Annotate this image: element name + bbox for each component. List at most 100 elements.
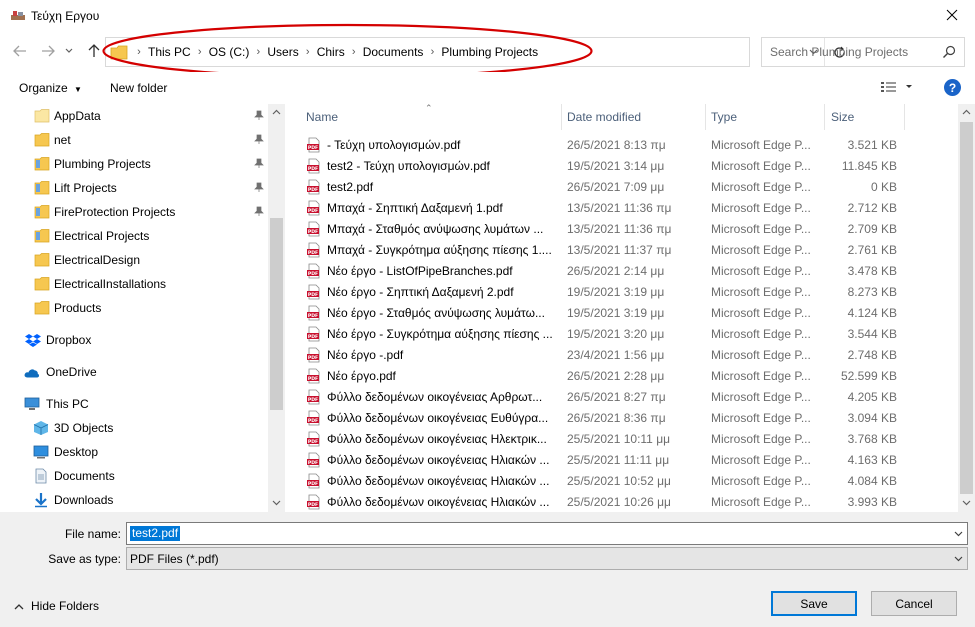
sidebar-item-electrical-projects[interactable]: Electrical Projects [0, 224, 268, 248]
sidebar-item-label: ElectricalDesign [54, 253, 141, 267]
file-row[interactable]: PDF Νέο έργο - Σηπτική Δαξαμενή 2.pdf 19/5… [286, 282, 958, 303]
file-date: 26/5/2021 8:27 πμ [567, 390, 666, 404]
pdf-file-icon: PDF [307, 431, 320, 447]
file-date: 25/5/2021 11:11 μμ [567, 453, 670, 467]
pin-icon [254, 206, 264, 216]
sidebar-item-fireprotection-projects[interactable]: FireProtection Projects [0, 200, 268, 224]
file-name: Μπαχά - Συγκρότημα αύξησης πίεσης 1.... [327, 243, 552, 257]
back-button[interactable] [10, 40, 30, 62]
breadcrumb-plumbing-projects[interactable]: Plumbing Projects [441, 45, 538, 59]
sidebar-item-plumbing-projects[interactable]: Plumbing Projects [0, 152, 268, 176]
pdf-file-icon: PDF [307, 179, 320, 195]
file-row[interactable]: PDF - Τεύχη υπολογισμών.pdf 26/5/2021 8:13… [286, 135, 958, 156]
file-name-value: test2.pdf [130, 526, 181, 541]
file-row[interactable]: PDF Νέο έργο.pdf 26/5/2021 2:28 μμ Microsof… [286, 366, 958, 387]
file-row[interactable]: PDF Φύλλο δεδομένων οικογένειας Ηλιακών .… [286, 492, 958, 512]
save-button[interactable]: Save [771, 591, 857, 616]
column-header-date[interactable]: Date modified [567, 104, 705, 130]
file-row[interactable]: PDF test2.pdf 26/5/2021 7:09 μμ Microsoft E… [286, 177, 958, 198]
hide-folders-button[interactable]: Hide Folders [14, 599, 99, 613]
folder-icon [110, 45, 128, 60]
new-folder-button[interactable]: New folder [110, 81, 167, 95]
change-view-button[interactable] [880, 81, 914, 96]
breadcrumb-documents[interactable]: Documents [363, 45, 424, 59]
file-type: Microsoft Edge P... [711, 495, 811, 509]
file-date: 25/5/2021 10:11 μμ [567, 432, 671, 446]
file-name: Φύλλο δεδομένων οικογένειας Ηλιακών ... [327, 495, 550, 509]
column-header-size[interactable]: Size [831, 104, 901, 130]
sidebar-item-desktop[interactable]: Desktop [0, 440, 268, 464]
folder-icon [34, 277, 50, 291]
file-row[interactable]: PDF Φύλλο δεδομένων οικογένειας Ευθύγρα..… [286, 408, 958, 429]
navigation-pane: AppData net Plumbing Projects Lift Proje… [0, 104, 286, 512]
sidebar-item-this-pc[interactable]: This PC [0, 392, 268, 416]
column-header-name[interactable]: Name [306, 104, 561, 130]
pdf-file-icon: PDF [307, 326, 320, 342]
recent-locations-button[interactable] [62, 40, 76, 62]
file-size: 2.748 KB [847, 348, 897, 362]
pdf-file-icon: PDF [307, 305, 320, 321]
sidebar-item-dropbox[interactable]: Dropbox [0, 328, 268, 352]
help-button[interactable]: ? [944, 79, 961, 96]
search-input[interactable]: Search Plumbing Projects [761, 37, 965, 67]
file-type: Microsoft Edge P... [711, 327, 811, 341]
sidebar-item-products[interactable]: Products [0, 296, 268, 320]
dropbox-icon [25, 334, 41, 347]
pdf-file-icon: PDF [307, 284, 320, 300]
file-row[interactable]: PDF Φύλλο δεδομένων οικογένειας Ηλιακών .… [286, 471, 958, 492]
svg-text:PDF: PDF [308, 229, 318, 235]
sidebar-item-electricalinstallations[interactable]: ElectricalInstallations [0, 272, 268, 296]
scroll-down-icon [272, 500, 281, 506]
pin-icon [254, 182, 264, 192]
sidebar-item-documents[interactable]: Documents [0, 464, 268, 488]
file-name-field[interactable]: test2.pdf [126, 522, 968, 545]
file-row[interactable]: PDF Νέο έργο - Συγκρότημα αύξησης πίεσης … [286, 324, 958, 345]
file-type: Microsoft Edge P... [711, 243, 811, 257]
sidebar-item-net[interactable]: net [0, 128, 268, 152]
file-row[interactable]: PDF test2 - Τεύχη υπολογισμών.pdf 19/5/202… [286, 156, 958, 177]
scroll-down-icon [962, 500, 971, 506]
file-date: 26/5/2021 8:36 πμ [567, 411, 666, 425]
file-row[interactable]: PDF Μπαχά - Σηπτική Δαξαμενή 1.pdf 13/5/20… [286, 198, 958, 219]
sidebar-item-onedrive[interactable]: OneDrive [0, 360, 268, 384]
breadcrumb-users[interactable]: Users [267, 45, 298, 59]
svg-text:PDF: PDF [308, 208, 318, 214]
folder-icon [34, 253, 50, 267]
breadcrumb-os-c[interactable]: OS (C:) [209, 45, 250, 59]
desktop-icon [33, 445, 49, 459]
breadcrumb-chirs[interactable]: Chirs [317, 45, 345, 59]
sidebar-item-lift-projects[interactable]: Lift Projects [0, 176, 268, 200]
file-row[interactable]: PDF Νέο έργο - ListOfPipeBranches.pdf 26/5… [286, 261, 958, 282]
svg-text:PDF: PDF [308, 355, 318, 361]
sidebar-item-electricaldesign[interactable]: ElectricalDesign [0, 248, 268, 272]
svg-text:PDF: PDF [308, 439, 318, 445]
svg-text:PDF: PDF [308, 334, 318, 340]
address-bar[interactable]: › This PC › OS (C:) › Users › Chirs › Do… [105, 37, 845, 67]
file-date: 26/5/2021 7:09 μμ [567, 180, 665, 194]
sidebar-item-downloads[interactable]: Downloads [0, 488, 268, 512]
file-row[interactable]: PDF Νέο έργο -.pdf 23/4/2021 1:56 μμ Micros… [286, 345, 958, 366]
file-name: Φύλλο δεδομένων οικογένειας Ηλιακών ... [327, 474, 550, 488]
file-row[interactable]: PDF Μπαχά - Σταθμός ανύψωσης λυμάτων ... 1… [286, 219, 958, 240]
file-row[interactable]: PDF Μπαχά - Συγκρότημα αύξησης πίεσης 1..… [286, 240, 958, 261]
file-row[interactable]: PDF Φύλλο δεδομένων οικογένειας Ηλεκτρικ.… [286, 429, 958, 450]
forward-button[interactable] [38, 40, 58, 62]
breadcrumb-this-pc[interactable]: This PC [148, 45, 191, 59]
file-row[interactable]: PDF Νέο έργο - Σταθμός ανύψωσης λυμάτω...… [286, 303, 958, 324]
navigation-scrollbar[interactable] [268, 104, 285, 512]
organize-button[interactable]: Organize ▼ [19, 81, 82, 95]
column-header-type[interactable]: Type [711, 104, 821, 130]
cancel-button[interactable]: Cancel [871, 591, 957, 616]
up-button[interactable] [84, 40, 104, 62]
breadcrumb: › This PC › OS (C:) › Users › Chirs › Do… [137, 45, 539, 59]
scrollbar-thumb[interactable] [270, 218, 283, 410]
file-list-scrollbar[interactable] [958, 104, 975, 512]
save-type-select[interactable]: PDF Files (*.pdf) [126, 547, 968, 570]
file-date: 23/4/2021 1:56 μμ [567, 348, 665, 362]
file-row[interactable]: PDF Φύλλο δεδομένων οικογένειας Αρθρωτ...… [286, 387, 958, 408]
sidebar-item-appdata[interactable]: AppData [0, 104, 268, 128]
close-button[interactable] [929, 0, 975, 30]
sidebar-item-3d-objects[interactable]: 3D Objects [0, 416, 268, 440]
scrollbar-thumb[interactable] [960, 122, 973, 494]
file-row[interactable]: PDF Φύλλο δεδομένων οικογένειας Ηλιακών .… [286, 450, 958, 471]
